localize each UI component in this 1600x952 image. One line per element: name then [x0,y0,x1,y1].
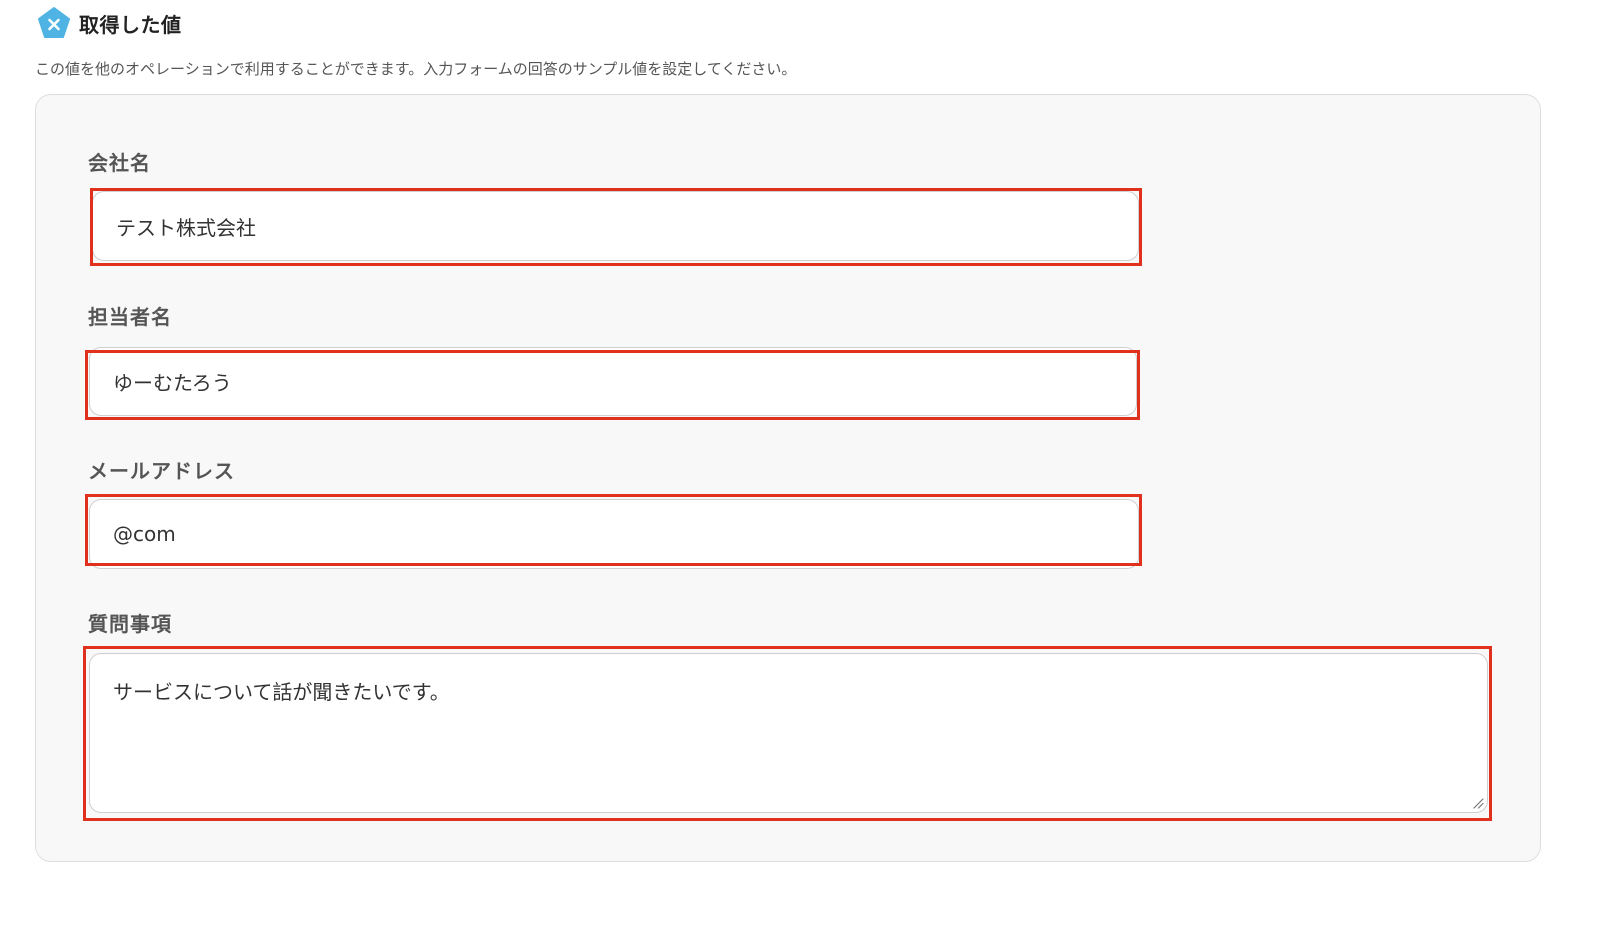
section-description: この値を他のオペレーションで利用することができます。入力フォームの回答のサンプル… [35,60,797,78]
sample-values-panel: 会社名 テスト株式会社 担当者名 ゆーむたろう メールアドレス @com 質問事… [35,94,1541,862]
question-text: サービスについて話が聞きたいです。 [113,680,450,704]
question-label: 質問事項 [88,612,172,636]
company-name-label: 会社名 [88,151,151,175]
contact-name-label: 担当者名 [88,305,172,329]
question-textarea[interactable]: サービスについて話が聞きたいです。 [89,653,1488,813]
email-label: メールアドレス [88,459,235,483]
email-input[interactable]: @com [89,499,1139,569]
resize-handle-icon[interactable] [1472,797,1484,809]
section-title: 取得した値 [79,12,182,37]
pentagon-x-icon [38,7,70,38]
contact-name-input[interactable]: ゆーむたろう [89,347,1137,416]
company-name-input[interactable]: テスト株式会社 [92,191,1139,261]
section-header: 取得した値 [38,7,182,39]
